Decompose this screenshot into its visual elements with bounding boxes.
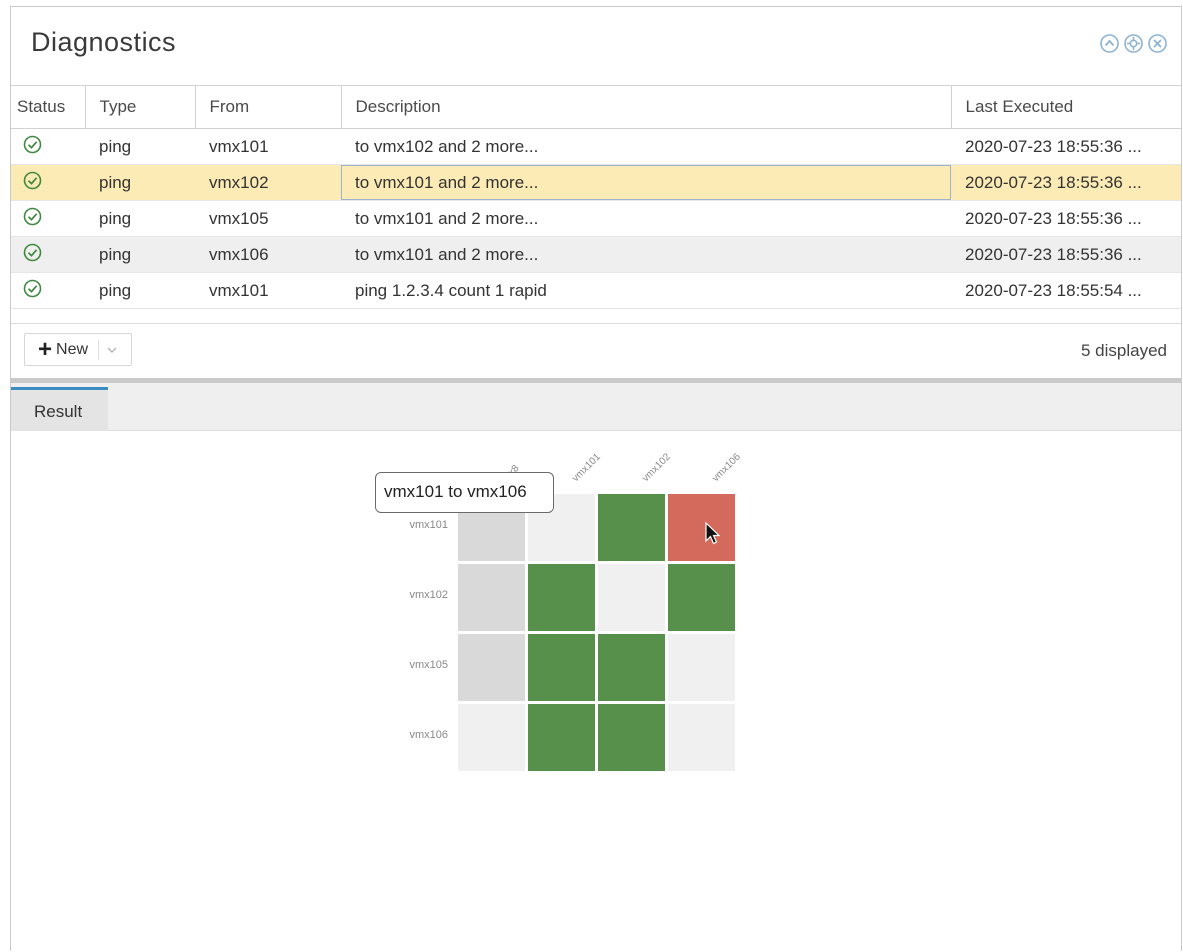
- plus-icon: +: [38, 335, 53, 363]
- type-cell: ping: [85, 236, 195, 273]
- matrix-cell-vmx105-vmx101[interactable]: [528, 634, 595, 701]
- status-cell: [11, 236, 85, 273]
- type-cell: ping: [85, 164, 195, 201]
- status-cell: [11, 272, 85, 309]
- new-button[interactable]: + New: [24, 333, 132, 366]
- description-cell: to vmx101 and 2 more...: [341, 200, 951, 237]
- description-cell: to vmx101 and 2 more...: [341, 164, 951, 201]
- connectivity-matrix: vmx101vmx102vmx105vmx106...x8vmx101vmx10…: [409, 451, 743, 771]
- description-cell: ping 1.2.3.4 count 1 rapid: [341, 272, 951, 309]
- type-cell: ping: [85, 200, 195, 237]
- matrix-cell-vmx102-vmx101[interactable]: [528, 564, 595, 631]
- matrix-cell-vmx102-vmx8[interactable]: [458, 564, 525, 631]
- button-divider: [98, 339, 100, 360]
- column-header-last-executed[interactable]: Last Executed: [951, 85, 1181, 129]
- matrix-column-label: vmx106: [710, 451, 743, 484]
- matrix-row-label: vmx102: [409, 589, 448, 601]
- matrix-cell-vmx106-vmx101[interactable]: [528, 704, 595, 771]
- from-cell: vmx101: [195, 128, 341, 165]
- table-row-selected[interactable]: ping vmx102 to vmx101 and 2 more... 2020…: [11, 164, 1181, 201]
- gear-icon[interactable]: [1124, 34, 1143, 53]
- check-circle-icon: [23, 171, 42, 189]
- type-cell: ping: [85, 128, 195, 165]
- column-header-status[interactable]: Status: [11, 85, 86, 129]
- column-header-type[interactable]: Type: [85, 85, 196, 129]
- check-circle-icon: [23, 243, 42, 261]
- check-circle-icon: [23, 279, 42, 297]
- check-circle-icon: [23, 135, 42, 153]
- last-executed-cell: 2020-07-23 18:55:36 ...: [951, 200, 1181, 237]
- status-cell: [11, 164, 85, 201]
- matrix-cell-vmx105-vmx106[interactable]: [668, 634, 735, 701]
- last-executed-cell: 2020-07-23 18:55:36 ...: [951, 236, 1181, 273]
- matrix-cell-vmx106-vmx8[interactable]: [458, 704, 525, 771]
- last-executed-cell: 2020-07-23 18:55:36 ...: [951, 128, 1181, 165]
- from-cell: vmx101: [195, 272, 341, 309]
- panel-title: Diagnostics: [31, 27, 177, 57]
- matrix-cell-vmx101-vmx106[interactable]: [668, 494, 735, 561]
- chevron-down-icon[interactable]: [106, 345, 118, 355]
- new-button-label: New: [56, 340, 89, 358]
- matrix-cell-vmx105-vmx102[interactable]: [598, 634, 665, 701]
- table-toolbar: + New 5 displayed: [11, 323, 1181, 379]
- panel-header: Diagnostics: [11, 7, 1181, 83]
- status-cell: [11, 200, 85, 237]
- matrix-cell-vmx106-vmx102[interactable]: [598, 704, 665, 771]
- table-header-row: Status Type From Description Last Execut…: [11, 85, 1181, 129]
- matrix-row-label: vmx101: [409, 519, 448, 531]
- from-cell: vmx105: [195, 200, 341, 237]
- result-tabbar: Result: [11, 383, 1181, 431]
- mouse-cursor-icon: [705, 521, 721, 545]
- matrix-column-label: vmx102: [640, 451, 673, 484]
- tab-result[interactable]: Result: [11, 387, 108, 431]
- description-cell: to vmx102 and 2 more...: [341, 128, 951, 165]
- column-header-from[interactable]: From: [195, 85, 342, 129]
- matrix-cell-vmx106-vmx106[interactable]: [668, 704, 735, 771]
- matrix-row-label: vmx106: [409, 729, 448, 741]
- last-executed-cell: 2020-07-23 18:55:36 ...: [951, 164, 1181, 201]
- table-row[interactable]: ping vmx106 to vmx101 and 2 more... 2020…: [11, 236, 1181, 273]
- matrix-cell-vmx102-vmx106[interactable]: [668, 564, 735, 631]
- displayed-count: 5 displayed: [1080, 341, 1167, 360]
- diagnostics-table: Status Type From Description Last Execut…: [11, 85, 1181, 309]
- table-row[interactable]: ping vmx101 to vmx102 and 2 more... 2020…: [11, 128, 1181, 165]
- matrix-cell-vmx101-vmx102[interactable]: [598, 494, 665, 561]
- table-row[interactable]: ping vmx101 ping 1.2.3.4 count 1 rapid 2…: [11, 272, 1181, 309]
- description-cell: to vmx101 and 2 more...: [341, 236, 951, 273]
- matrix-tooltip: vmx101 to vmx106: [375, 472, 554, 513]
- collapse-icon[interactable]: [1100, 34, 1119, 53]
- matrix-cell-vmx105-vmx8[interactable]: [458, 634, 525, 701]
- column-header-description[interactable]: Description: [341, 85, 952, 129]
- close-icon[interactable]: [1148, 34, 1167, 53]
- check-circle-icon: [23, 207, 42, 225]
- from-cell: vmx106: [195, 236, 341, 273]
- matrix-cell-vmx102-vmx102[interactable]: [598, 564, 665, 631]
- matrix-column-label: vmx101: [570, 451, 603, 484]
- from-cell: vmx102: [195, 164, 341, 201]
- type-cell: ping: [85, 272, 195, 309]
- table-row[interactable]: ping vmx105 to vmx101 and 2 more... 2020…: [11, 200, 1181, 237]
- panel-controls: [1100, 34, 1167, 53]
- last-executed-cell: 2020-07-23 18:55:54 ...: [951, 272, 1181, 309]
- status-cell: [11, 128, 85, 165]
- matrix-row-label: vmx105: [409, 659, 448, 671]
- diagnostics-panel: Diagnostics Status Type From Description…: [10, 6, 1182, 952]
- result-pane: vmx101vmx102vmx105vmx106...x8vmx101vmx10…: [11, 431, 1181, 952]
